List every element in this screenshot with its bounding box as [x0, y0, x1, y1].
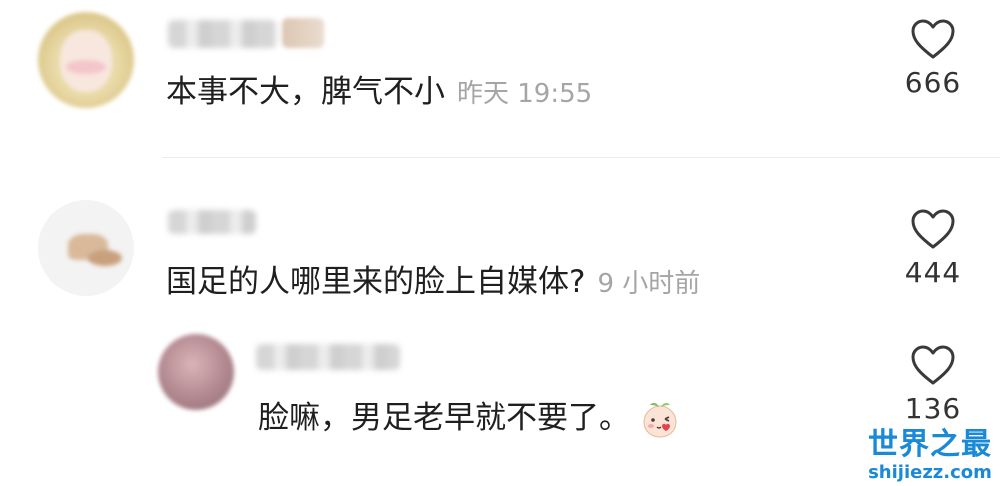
username-blurred[interactable]: [256, 344, 400, 370]
watermark-logo: 世界之最 shijiezz.com: [868, 428, 992, 484]
comment-time: 9 小时前: [597, 269, 701, 299]
like-count: 136: [904, 392, 962, 425]
watermark-url: shijiezz.com: [868, 462, 992, 483]
divider: [162, 157, 1000, 158]
like-button[interactable]: 666: [893, 18, 973, 99]
comment-text: 本事不大，脾气不小: [166, 74, 445, 110]
heart-outline-icon: [911, 345, 955, 385]
like-button[interactable]: 444: [893, 208, 973, 289]
reply-body[interactable]: 脸嘛，男足老早就不要了。: [258, 398, 680, 440]
like-count: 666: [904, 66, 962, 99]
comment-text: 国足的人哪里来的脸上自媒体?: [166, 264, 586, 300]
username-blurred[interactable]: [168, 210, 256, 234]
peach-face-emoji: [643, 402, 677, 438]
comment-time: 昨天 19:55: [457, 79, 593, 109]
comment-body[interactable]: 本事不大，脾气不小 昨天 19:55: [166, 72, 592, 114]
comment-body[interactable]: 国足的人哪里来的脸上自媒体? 9 小时前: [166, 262, 700, 304]
heart-outline-icon: [911, 209, 955, 249]
heart-outline-icon: [911, 19, 955, 59]
watermark-title: 世界之最: [868, 427, 992, 462]
avatar[interactable]: [158, 334, 234, 410]
avatar[interactable]: [38, 200, 134, 296]
comment-text: 脸嘛，男足老早就不要了。: [258, 400, 630, 436]
like-button[interactable]: 136: [893, 344, 973, 425]
avatar[interactable]: [38, 12, 134, 108]
user-badge-blurred: [282, 18, 324, 48]
like-count: 444: [904, 256, 962, 289]
username-blurred[interactable]: [168, 20, 278, 48]
comment-list: 本事不大，脾气不小 昨天 19:55 666 国足的人哪里来的脸上自媒体? 9 小时…: [0, 0, 1000, 486]
